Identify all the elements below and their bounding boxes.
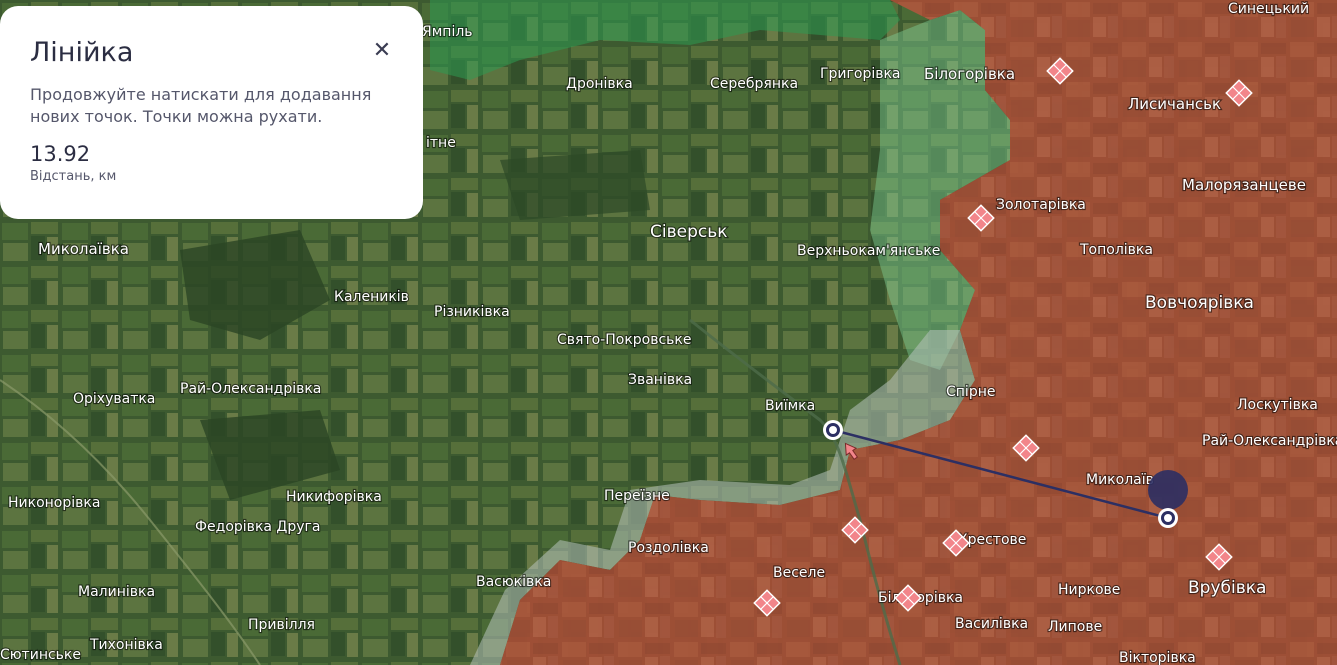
place-label: Спірне (946, 384, 995, 400)
place-label: Синецький (1228, 1, 1309, 17)
place-label: Василівка (955, 616, 1028, 632)
place-label: Григорівка (820, 66, 901, 82)
place-label: Серебрянка (710, 76, 798, 92)
place-label: Липове (1048, 619, 1102, 635)
ruler-cursor-halo (1148, 470, 1188, 510)
place-label: Дронівка (566, 76, 633, 92)
place-label: Лоскутівка (1237, 397, 1318, 413)
place-label: Рай-Олександрівка (1202, 433, 1337, 449)
place-label: Хрестове (958, 532, 1026, 548)
place-label: Золотарівка (996, 197, 1086, 213)
close-icon[interactable]: ✕ (371, 40, 393, 62)
ruler-point-start[interactable] (823, 420, 843, 440)
ruler-hint: Продовжуйте натискати для додавання нови… (30, 85, 372, 126)
place-label: Оріхуватка (73, 391, 155, 407)
ruler-panel: Лінійка ✕ Продовжуйте натискати для дода… (0, 6, 423, 219)
place-label: Федорівка Друга (195, 519, 320, 535)
place-label: Никифорівка (286, 489, 382, 505)
place-label: Вікторівка (1119, 650, 1196, 665)
distance-label: Відстань, км (30, 169, 117, 184)
place-label: Привілля (248, 617, 315, 633)
forest-patch (500, 150, 650, 220)
ruler-title: Лінійка (30, 37, 134, 68)
place-label: Миколаївка (38, 240, 129, 258)
place-label: Ниркове (1058, 582, 1120, 598)
place-label: Різниківка (434, 304, 510, 320)
place-label: Лисичанськ (1128, 95, 1221, 113)
place-label: Сютинське (0, 647, 81, 663)
distance-value: 13.92 (30, 142, 91, 166)
place-label: Тополівка (1079, 242, 1153, 258)
place-label: Васюківка (476, 574, 551, 590)
place-label: Роздолівка (628, 540, 709, 556)
place-label: Білогорівка (924, 65, 1015, 83)
place-label: Малинівка (78, 584, 155, 600)
place-label: ітне (426, 135, 456, 151)
place-label: Калеників (334, 289, 409, 305)
place-label: Виїмка (765, 398, 815, 414)
place-label: Переїзне (604, 488, 670, 504)
place-label: Рай-Олександрівка (180, 381, 321, 397)
place-label: Никонорівка (8, 495, 100, 511)
place-label: Сіверськ (650, 222, 728, 242)
place-label: Малорязанцеве (1182, 176, 1306, 194)
place-label: Вовчоярівка (1145, 293, 1254, 313)
ruler-point-end[interactable] (1158, 508, 1178, 528)
place-label: Врубівка (1188, 578, 1266, 598)
place-label: Верхньокам'янське (797, 243, 940, 259)
place-label: Веселе (773, 565, 825, 581)
place-label: Свято-Покровське (557, 332, 692, 348)
place-label: Тихонівка (89, 637, 163, 653)
place-label: Ямпіль (422, 24, 473, 40)
place-label: Званівка (628, 372, 692, 388)
place-label: Миколаїв (1086, 472, 1154, 488)
